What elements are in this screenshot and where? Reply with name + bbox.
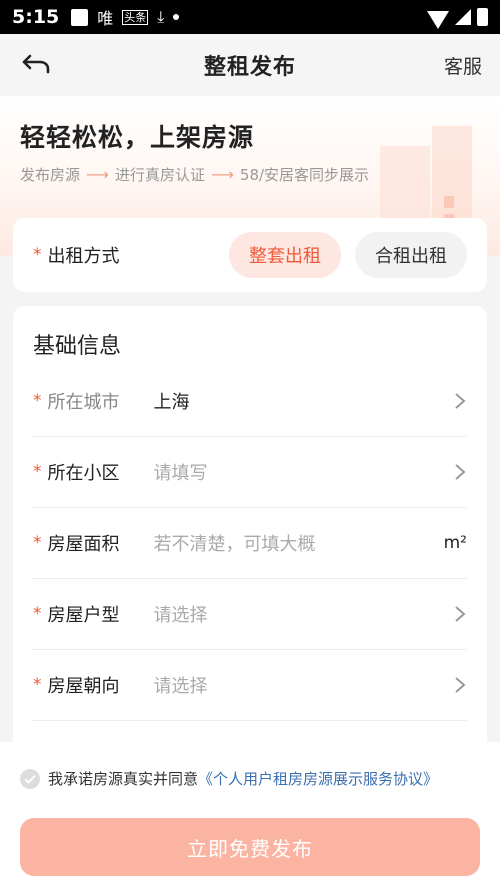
required-mark: * [33,533,42,553]
rental-type-card: * 出租方式 整套出租 合租出租 [13,218,487,292]
notification-square-icon [71,8,89,26]
hero-title: 轻轻松松，上架房源 [20,123,255,152]
signal-icon [455,9,471,25]
field-orientation[interactable]: * 房屋朝向 请选择 [33,650,467,721]
check-icon [24,774,36,784]
required-mark: * [33,675,42,695]
notification-chip-icon: 头条 [122,9,149,25]
bottom-action-bar: 我承诺房源真实并同意 《个人用户租房房源展示服务协议》 立即免费发布 [0,742,500,890]
rental-type-label: 出租方式 [47,246,120,267]
field-layout[interactable]: * 房屋户型 请选择 [33,579,467,650]
back-arrow-icon[interactable] [20,50,52,80]
top-nav-bar: 整租发布 客服 [0,34,500,96]
publish-button[interactable]: 立即免费发布 [20,818,480,876]
field-city[interactable]: * 所在城市 上海 [33,366,467,437]
field-community-placeholder: 请填写 [153,463,208,484]
field-orientation-placeholder: 请选择 [153,676,208,697]
field-city-value: 上海 [153,392,190,413]
shared-rent-option[interactable]: 合租出租 [355,232,467,278]
agreement-text: 我承诺房源真实并同意 [48,770,199,788]
status-notification-icons: 唯 头条 ⤓ [71,5,180,29]
field-area[interactable]: * 房屋面积 若不清楚，可填大概 m² [33,508,467,579]
required-mark: * [33,391,42,411]
status-system-icons [427,8,488,29]
field-layout-placeholder: 请选择 [153,605,208,626]
basic-info-title: 基础信息 [33,334,122,359]
download-icon: ⤓ [157,7,165,26]
hero-step-2: 进行真房认证 [114,166,205,184]
basic-info-card: 基础信息 * 所在城市 上海 * 所在小区 请填写 * 房屋面积 若不清楚，可填… [13,306,487,786]
required-mark: * [33,604,42,624]
hero-steps: 发布房源 ⟶ 进行真房认证 ⟶ 58/安居客同步展示 [20,164,369,185]
field-community-label: 所在小区 [47,463,120,484]
battery-icon [477,8,488,26]
required-mark: * [33,245,42,265]
whole-rent-option[interactable]: 整套出租 [229,232,341,278]
agreement-link[interactable]: 《个人用户租房房源展示服务协议》 [198,768,438,789]
chevron-right-icon [455,606,466,622]
status-time: 5:15 [12,6,60,28]
customer-service-button[interactable]: 客服 [444,52,482,79]
status-bar: 5:15 唯 头条 ⤓ [0,0,500,34]
field-layout-label: 房屋户型 [47,605,120,626]
agreement-row: 我承诺房源真实并同意 《个人用户租房房源展示服务协议》 [20,768,438,789]
required-mark: * [33,462,42,482]
field-area-input[interactable]: 若不清楚，可填大概 [154,530,316,556]
page-title: 整租发布 [203,55,296,80]
notification-app-label: 唯 [97,9,114,28]
chevron-right-icon [455,464,466,480]
step-arrow-icon: ⟶ [86,165,109,184]
rental-type-options: 整套出租 合租出租 [229,232,467,278]
chevron-right-icon [455,393,466,409]
step-arrow-icon: ⟶ [210,165,234,184]
chevron-right-icon [455,677,466,693]
field-orientation-label: 房屋朝向 [47,676,120,697]
field-community[interactable]: * 所在小区 请填写 [33,437,467,508]
hero-step-3: 58/安居客同步展示 [239,166,370,184]
notification-dot-icon [173,14,180,20]
field-area-label: 房屋面积 [47,534,120,555]
area-unit: m² [443,533,467,553]
field-city-label: 所在城市 [47,392,120,413]
agreement-checkbox[interactable] [20,768,40,789]
wifi-icon [427,11,449,29]
hero-step-1: 发布房源 [20,166,81,184]
